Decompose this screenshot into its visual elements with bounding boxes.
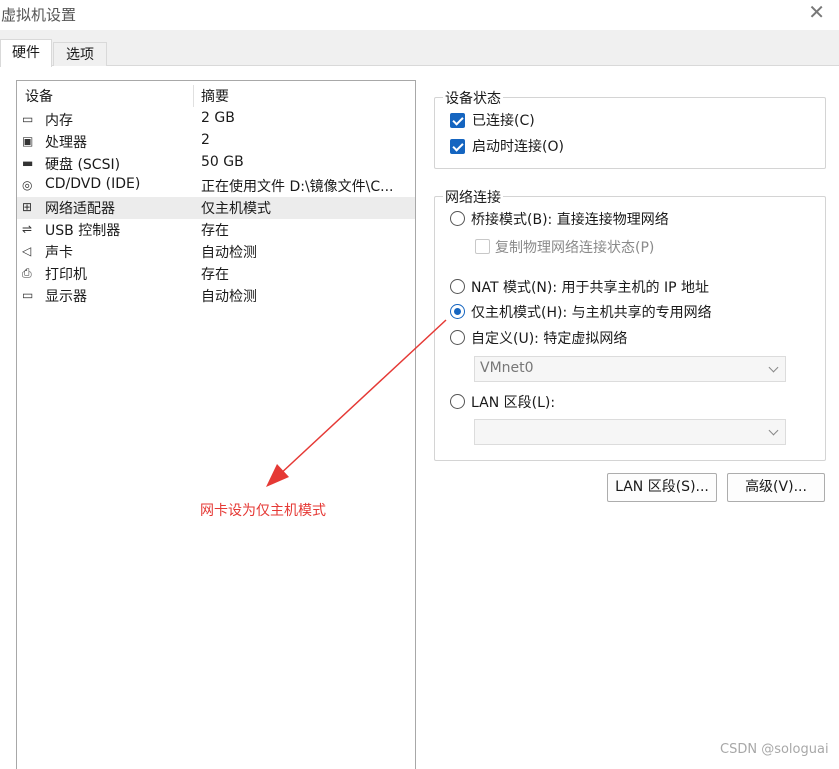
custom-network-value: VMnet0 bbox=[480, 360, 534, 376]
connect-on-power-checkbox[interactable] bbox=[450, 139, 465, 154]
annotation-note: 网卡设为仅主机模式 bbox=[200, 503, 326, 519]
bridged-radio[interactable] bbox=[450, 211, 465, 226]
device-row[interactable]: ⊞ 网络适配器 仅主机模式 bbox=[17, 197, 415, 219]
chevron-down-icon bbox=[768, 362, 779, 373]
custom-radio[interactable] bbox=[450, 330, 465, 345]
device-name: 显示器 bbox=[45, 289, 87, 305]
device-summary: 50 GB bbox=[201, 154, 244, 170]
device-name: 网络适配器 bbox=[45, 201, 115, 217]
device-name: 声卡 bbox=[45, 245, 73, 261]
bridged-label[interactable]: 桥接模式(B): 直接连接物理网络 bbox=[471, 209, 669, 229]
device-summary: 2 GB bbox=[201, 110, 235, 126]
device-name: 内存 bbox=[45, 113, 73, 129]
device-row[interactable]: ⇌ USB 控制器 存在 bbox=[17, 219, 415, 241]
lan-segment-select[interactable] bbox=[474, 419, 786, 445]
device-summary: 仅主机模式 bbox=[201, 201, 271, 217]
device-summary: 存在 bbox=[201, 223, 229, 239]
cd-dvd-icon: ◎ bbox=[22, 178, 33, 192]
device-list-header: 设备 摘要 bbox=[17, 83, 415, 107]
lan-segment-label[interactable]: LAN 区段(L): bbox=[471, 392, 555, 412]
tab-content: 设备 摘要 ▭ 内存 2 GB ▣ 处理器 2 ▬ 硬盘 (SCSI) 50 GB ◎ CD/DVD… bbox=[0, 66, 839, 769]
device-row[interactable]: ▣ 处理器 2 bbox=[17, 131, 415, 153]
device-summary: 2 bbox=[201, 132, 210, 148]
device-row[interactable]: ▭ 内存 2 GB bbox=[17, 109, 415, 131]
cpu-icon: ▣ bbox=[22, 134, 34, 148]
column-separator[interactable] bbox=[193, 85, 194, 107]
custom-network-select[interactable]: VMnet0 bbox=[474, 356, 786, 382]
close-icon[interactable]: ✕ bbox=[808, 1, 825, 23]
lan-segments-button[interactable]: LAN 区段(S)... bbox=[607, 473, 717, 502]
device-name: CD/DVD (IDE) bbox=[45, 176, 141, 192]
custom-label[interactable]: 自定义(U): 特定虚拟网络 bbox=[471, 328, 627, 348]
replicate-state-checkbox[interactable] bbox=[475, 239, 490, 254]
device-status-legend: 设备状态 bbox=[443, 88, 503, 108]
device-name: 处理器 bbox=[45, 135, 87, 151]
tab-options[interactable]: 选项 bbox=[53, 42, 107, 66]
monitor-icon: ▭ bbox=[22, 288, 34, 302]
connected-checkbox[interactable] bbox=[450, 113, 465, 128]
device-summary: 自动检测 bbox=[201, 245, 257, 261]
replicate-state-label[interactable]: 复制物理网络连接状态(P) bbox=[495, 237, 654, 257]
device-row[interactable]: ◎ CD/DVD (IDE) 正在使用文件 D:\镜像文件\C... bbox=[17, 175, 415, 197]
title-bar: 虚拟机设置 ✕ bbox=[0, 0, 839, 30]
host-only-label[interactable]: 仅主机模式(H): 与主机共享的专用网络 bbox=[471, 302, 712, 322]
tab-strip: 硬件 选项 bbox=[0, 30, 839, 67]
usb-icon: ⇌ bbox=[22, 222, 33, 236]
device-name: 打印机 bbox=[45, 267, 87, 283]
device-row[interactable]: ⎙ 打印机 存在 bbox=[17, 263, 415, 285]
host-only-radio[interactable] bbox=[450, 304, 465, 319]
chevron-down-icon bbox=[768, 425, 779, 436]
lan-segment-radio[interactable] bbox=[450, 394, 465, 409]
nat-label[interactable]: NAT 模式(N): 用于共享主机的 IP 地址 bbox=[471, 277, 709, 297]
connected-label[interactable]: 已连接(C) bbox=[472, 110, 535, 130]
printer-icon: ⎙ bbox=[22, 266, 32, 280]
tab-hardware[interactable]: 硬件 bbox=[0, 39, 52, 67]
network-connection-legend: 网络连接 bbox=[443, 187, 503, 207]
connect-on-power-label[interactable]: 启动时连接(O) bbox=[472, 136, 564, 156]
network-connection-group: 网络连接 桥接模式(B): 直接连接物理网络 复制物理网络连接状态(P) NAT… bbox=[434, 187, 826, 461]
device-summary: 自动检测 bbox=[201, 289, 257, 305]
device-row[interactable]: ◁ 声卡 自动检测 bbox=[17, 241, 415, 263]
device-summary: 正在使用文件 D:\镜像文件\C... bbox=[201, 179, 394, 195]
device-name: USB 控制器 bbox=[45, 223, 121, 239]
speaker-icon: ◁ bbox=[22, 244, 32, 258]
device-status-group: 设备状态 已连接(C) 启动时连接(O) bbox=[434, 88, 826, 169]
column-header-summary[interactable]: 摘要 bbox=[201, 86, 229, 106]
device-name: 硬盘 (SCSI) bbox=[45, 157, 121, 173]
device-list[interactable]: 设备 摘要 ▭ 内存 2 GB ▣ 处理器 2 ▬ 硬盘 (SCSI) 50 GB ◎ CD/DVD… bbox=[16, 80, 416, 769]
network-adapter-icon: ⊞ bbox=[22, 200, 33, 214]
memory-icon: ▭ bbox=[22, 112, 34, 126]
device-row[interactable]: ▭ 显示器 自动检测 bbox=[17, 285, 415, 307]
device-row[interactable]: ▬ 硬盘 (SCSI) 50 GB bbox=[17, 153, 415, 175]
watermark: CSDN @sologuai bbox=[720, 742, 829, 757]
advanced-button[interactable]: 高级(V)... bbox=[727, 473, 825, 502]
device-summary: 存在 bbox=[201, 267, 229, 283]
nat-radio[interactable] bbox=[450, 279, 465, 294]
column-header-device[interactable]: 设备 bbox=[25, 86, 53, 106]
hard-disk-icon: ▬ bbox=[22, 156, 34, 170]
window-title: 虚拟机设置 bbox=[1, 6, 77, 24]
